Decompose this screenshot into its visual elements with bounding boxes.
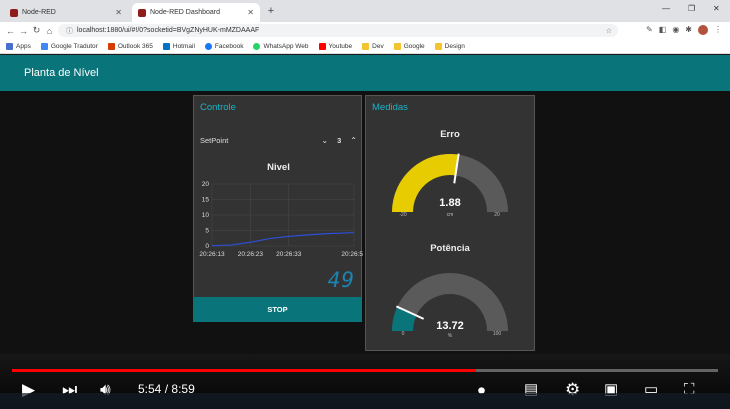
y-tick-label: 10 — [202, 212, 210, 219]
setpoint-value[interactable]: 3 — [337, 136, 341, 145]
menu-icon[interactable]: ⋮ — [714, 25, 722, 35]
tab-title: Node-RED Dashboard — [150, 9, 221, 16]
folder-icon — [362, 42, 370, 50]
node-red-favicon-icon — [10, 8, 18, 17]
increment-chevron-up-icon[interactable]: ⌃ — [350, 136, 357, 145]
back-icon[interactable]: ← — [4, 26, 17, 36]
x-tick-label: 20:26:23 — [238, 251, 264, 258]
hotmail-icon — [162, 42, 170, 50]
home-icon[interactable]: ⌂ — [43, 26, 56, 36]
screen: Node-RED ✕ Node-RED Dashboard ✕ + — ❐ ✕ … — [0, 0, 730, 409]
minimize-icon[interactable]: — — [662, 4, 670, 13]
bookmark-google-tradutor[interactable]: Google Tradutor — [40, 42, 98, 50]
whatsapp-icon — [253, 42, 261, 50]
restore-icon[interactable]: ❐ — [688, 4, 695, 13]
page-title: Planta de Nível — [24, 67, 99, 79]
eyedropper-icon[interactable]: ✎ — [646, 25, 653, 35]
potencia-gauge: 13.72 % 0 100 — [392, 273, 508, 339]
youtube-icon — [318, 42, 326, 50]
url-field[interactable]: ⓘ localhost:1880/ui/#!/0?socketid=BVgZNy… — [58, 24, 618, 37]
bookmark-facebook[interactable]: Facebook — [204, 42, 243, 50]
reload-icon[interactable]: ↻ — [30, 25, 43, 36]
bookmarks-bar: Apps Google Tradutor Outlook 365 Hotmail… — [0, 39, 730, 54]
close-tab-icon[interactable]: ✕ — [115, 8, 122, 17]
bookmark-google[interactable]: Google — [393, 42, 425, 50]
facebook-icon — [204, 42, 212, 50]
new-tab-button[interactable]: + — [264, 4, 278, 18]
gauge-max: 20 — [494, 212, 500, 218]
gauge-min: -20 — [399, 212, 406, 218]
gauge-title-potencia: Potência — [430, 243, 470, 254]
info-icon: ⓘ — [66, 27, 73, 35]
y-tick-label: 20 — [202, 181, 210, 188]
bookmark-whatsapp[interactable]: WhatsApp Web — [253, 42, 309, 50]
gauge-units: cm — [447, 212, 454, 218]
bookmark-outlook[interactable]: Outlook 365 — [107, 42, 153, 50]
group-controle: Controle SetPoint ⌄ 3 ⌃ Nivel 20 15 10 5 0 20… — [193, 95, 363, 322]
windows-taskbar — [0, 393, 730, 409]
gauge-value: 13.72 — [436, 320, 464, 332]
y-tick-label: 0 — [205, 243, 209, 250]
setpoint-numeric: SetPoint ⌄ 3 ⌃ — [200, 134, 357, 146]
tab-title: Node-RED — [22, 9, 56, 16]
profile-avatar[interactable] — [698, 25, 708, 35]
group-title-controle: Controle — [200, 102, 236, 113]
folder-icon — [393, 42, 401, 50]
google-translate-icon — [40, 42, 48, 50]
chart-title: Nivel — [267, 162, 290, 173]
bookmark-dev[interactable]: Dev — [362, 42, 384, 50]
group-medidas: Medidas Erro 1.88 cm -20 20 Potência 13.… — [365, 95, 535, 351]
gauge-min: 0 — [402, 331, 405, 337]
puzzle-icon[interactable]: ✱ — [685, 25, 692, 35]
bookmark-youtube[interactable]: Youtube — [318, 42, 352, 50]
decrement-chevron-down-icon[interactable]: ⌄ — [321, 136, 328, 145]
dashboard-header: Planta de Nível — [0, 55, 730, 91]
video-progress-bar[interactable] — [12, 369, 718, 372]
stop-button[interactable]: STOP — [194, 297, 361, 322]
url-text: localhost:1880/ui/#!/0?socketid=BVgZNyHU… — [77, 27, 260, 34]
bookmark-hotmail[interactable]: Hotmail — [162, 42, 195, 50]
video-progress-fill — [12, 369, 476, 372]
nivel-series-line — [211, 232, 355, 247]
dashboard-body: Controle SetPoint ⌄ 3 ⌃ Nivel 20 15 10 5 0 20… — [0, 91, 730, 354]
camera-icon[interactable]: ◉ — [672, 25, 679, 35]
nivel-line-chart: 20 15 10 5 020:26:13 20:26:23 20:26:33 20:26:50 — [199, 181, 363, 258]
extension-icon[interactable]: ◧ — [659, 25, 667, 35]
folder-icon — [434, 42, 442, 50]
extensions-area: ✎ ◧ ◉ ✱ ⋮ — [646, 25, 722, 35]
gauge-title-erro: Erro — [440, 129, 460, 140]
y-tick-label: 15 — [202, 197, 210, 204]
tab-node-red-dashboard[interactable]: Node-RED Dashboard ✕ — [132, 3, 260, 22]
node-red-favicon-icon — [138, 8, 146, 17]
y-tick-label: 5 — [205, 228, 209, 235]
bookmark-star-icon[interactable]: ☆ — [606, 27, 612, 35]
apps-grid-icon — [6, 42, 13, 50]
group-title-medidas: Medidas — [372, 102, 408, 113]
outlook-icon — [107, 42, 115, 50]
erro-gauge: 1.88 cm -20 20 — [392, 153, 508, 218]
gauge-max: 100 — [493, 331, 502, 337]
x-tick-label: 20:26:50 — [341, 251, 363, 258]
gauge-units: % — [448, 333, 453, 339]
x-tick-label: 20:26:33 — [276, 251, 302, 258]
x-tick-label: 20:26:13 — [199, 251, 225, 258]
gauge-value: 1.88 — [439, 197, 460, 209]
address-bar-row: ← → ↻ ⌂ ⓘ localhost:1880/ui/#!/0?socketi… — [0, 22, 730, 39]
setpoint-label: SetPoint — [200, 135, 229, 145]
tab-node-red[interactable]: Node-RED ✕ — [4, 3, 128, 22]
browser-tab-bar: Node-RED ✕ Node-RED Dashboard ✕ + — ❐ ✕ — [0, 0, 730, 22]
close-tab-icon[interactable]: ✕ — [247, 8, 254, 17]
lcd-display: 49 — [327, 268, 355, 292]
close-window-icon[interactable]: ✕ — [713, 4, 720, 13]
bookmark-apps[interactable]: Apps — [6, 42, 31, 50]
bookmark-design[interactable]: Design — [434, 42, 465, 50]
forward-icon[interactable]: → — [17, 26, 30, 36]
